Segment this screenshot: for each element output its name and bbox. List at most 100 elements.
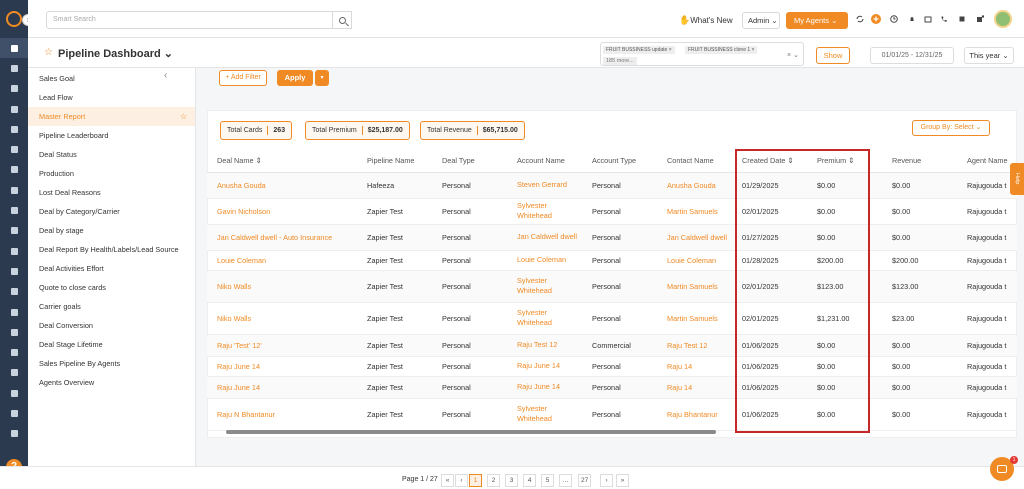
column-header[interactable]: Pipeline Name bbox=[357, 150, 432, 173]
workflow-icon[interactable] bbox=[0, 261, 28, 281]
pipeline-filter-chips[interactable]: FRUIT BUSSINESS update × FRUIT BUSSINESS… bbox=[600, 42, 804, 66]
table-cell[interactable]: Louie Coleman bbox=[657, 250, 732, 271]
sidebar-item[interactable]: Master Report ☆ bbox=[28, 107, 195, 126]
marketing-icon[interactable] bbox=[0, 342, 28, 362]
sidebar-item[interactable]: Pipeline Leaderboard bbox=[28, 126, 195, 145]
table-cell[interactable]: Sylvester Whitehead bbox=[507, 302, 582, 335]
column-header[interactable]: Deal Type bbox=[432, 150, 507, 173]
sidebar-item[interactable]: Deal Activities Effort bbox=[28, 259, 195, 278]
table-cell[interactable]: Raju Test 12 bbox=[657, 334, 732, 357]
table-cell[interactable]: Niko Walls bbox=[207, 302, 357, 335]
page-button[interactable]: 27 bbox=[578, 474, 592, 487]
clear-chips-icon[interactable]: × ⌄ bbox=[787, 51, 799, 59]
add-filter-button[interactable]: + Add Filter bbox=[219, 70, 267, 86]
page-button[interactable]: 3 bbox=[505, 474, 518, 487]
table-row[interactable]: Gavin Nicholson Zapier Test Personal Sylves… bbox=[207, 198, 1017, 225]
page-button[interactable]: « bbox=[441, 474, 454, 487]
sidebar-item[interactable]: Deal Status bbox=[28, 145, 195, 164]
filter-chip[interactable]: FRUIT BUSSINESS clone 1 × bbox=[685, 46, 758, 54]
search-input[interactable]: Smart Search bbox=[46, 11, 352, 29]
table-row[interactable]: Louie Coleman Zapier Test Personal Louie Co… bbox=[207, 250, 1017, 271]
table-row[interactable]: Raju N Bhantanur Zapier Test Personal Sylve… bbox=[207, 398, 1017, 431]
insights-icon[interactable] bbox=[0, 221, 28, 241]
date-range-field[interactable]: 01/01/25 - 12/31/25 bbox=[870, 47, 954, 64]
sidebar-item[interactable]: Sales Pipeline By Agents bbox=[28, 354, 195, 373]
chevron-left-icon[interactable]: ‹ bbox=[164, 70, 167, 81]
analytics-icon[interactable] bbox=[0, 383, 28, 403]
table-cell[interactable]: Raju 'Test' 12' bbox=[207, 334, 357, 357]
filter-chip[interactable]: FRUIT BUSSINESS update × bbox=[603, 46, 675, 54]
add-icon[interactable] bbox=[871, 14, 881, 24]
page-button[interactable]: 1 bbox=[469, 474, 482, 487]
table-cell[interactable]: Anusha Gouda bbox=[657, 172, 732, 199]
my-agents-button[interactable]: My Agents ⌄ bbox=[786, 12, 848, 29]
table-cell[interactable]: Jan Caldwell dwell - Auto Insurance bbox=[207, 224, 357, 251]
calendar-icon[interactable] bbox=[924, 15, 932, 23]
sidebar-item[interactable]: Lost Deal Reasons bbox=[28, 183, 195, 202]
column-header[interactable]: Account Type bbox=[582, 150, 657, 173]
table-cell[interactable]: Raju June 14 bbox=[207, 376, 357, 399]
sidebar-item[interactable]: Deal Report By Health/Labels/Lead Source bbox=[28, 240, 195, 259]
table-cell[interactable]: Raju N Bhantanur bbox=[207, 398, 357, 431]
page-button[interactable]: › bbox=[600, 474, 613, 487]
automation-icon[interactable] bbox=[0, 363, 28, 383]
page-button[interactable]: 4 bbox=[523, 474, 536, 487]
clock-icon[interactable] bbox=[890, 15, 898, 23]
table-cell[interactable]: Gavin Nicholson bbox=[207, 198, 357, 225]
table-cell[interactable]: Martin Samuels bbox=[657, 302, 732, 335]
dashboard-icon[interactable] bbox=[0, 38, 28, 59]
avatar[interactable] bbox=[994, 10, 1012, 28]
bell-icon[interactable] bbox=[908, 15, 916, 23]
calendar-icon[interactable] bbox=[0, 302, 28, 322]
table-row[interactable]: Niko Walls Zapier Test Personal Sylvester W… bbox=[207, 270, 1017, 303]
page-button[interactable]: » bbox=[616, 474, 629, 487]
table-cell[interactable]: Louie Coleman bbox=[207, 250, 357, 271]
table-cell[interactable]: Martin Samuels bbox=[657, 270, 732, 303]
table-row[interactable]: Niko Walls Zapier Test Personal Sylvester W… bbox=[207, 302, 1017, 335]
gear-icon[interactable] bbox=[0, 424, 28, 444]
sidebar-item[interactable]: Agents Overview bbox=[28, 373, 195, 392]
page-button[interactable]: ‹ bbox=[455, 474, 468, 487]
show-button[interactable]: Show bbox=[816, 47, 850, 64]
favorite-star-icon[interactable]: ☆ bbox=[180, 107, 187, 126]
table-cell[interactable]: Martin Samuels bbox=[657, 198, 732, 225]
page-button[interactable]: ... bbox=[559, 474, 572, 487]
settings-cog-icon[interactable] bbox=[0, 403, 28, 423]
sidebar-item[interactable]: Lead Flow bbox=[28, 88, 195, 107]
email-icon[interactable] bbox=[0, 322, 28, 342]
column-header[interactable]: Deal Name ⇕ bbox=[207, 150, 357, 173]
table-cell[interactable]: Anusha Gouda bbox=[207, 172, 357, 199]
column-header[interactable]: Contact Name bbox=[657, 150, 732, 173]
contacts-icon[interactable] bbox=[0, 58, 28, 78]
table-row[interactable]: Jan Caldwell dwell - Auto Insurance Zapie… bbox=[207, 224, 1017, 251]
reports-icon[interactable] bbox=[0, 139, 28, 159]
table-cell[interactable]: Jan Caldwell dwell bbox=[657, 224, 732, 251]
table-cell[interactable]: Raju June 14 bbox=[507, 356, 582, 377]
sidebar-item[interactable]: Deal Stage Lifetime bbox=[28, 335, 195, 354]
horizontal-scrollbar[interactable] bbox=[226, 430, 716, 434]
help-tab[interactable]: Help bbox=[1010, 163, 1024, 195]
refresh-icon[interactable] bbox=[856, 15, 864, 23]
table-cell[interactable]: Raju June 14 bbox=[207, 356, 357, 377]
table-cell[interactable]: Sylvester Whitehead bbox=[507, 398, 582, 431]
table-cell[interactable]: Niko Walls bbox=[207, 270, 357, 303]
deals-icon[interactable] bbox=[0, 79, 28, 99]
group-by-dropdown[interactable]: Group By: Select ⌄ bbox=[912, 120, 990, 136]
favorite-star-icon[interactable]: ☆ bbox=[44, 47, 53, 58]
page-button[interactable]: 5 bbox=[541, 474, 554, 487]
sidebar-item[interactable]: Sales Goal bbox=[28, 69, 195, 88]
documents-icon[interactable] bbox=[0, 282, 28, 302]
folder-icon[interactable] bbox=[0, 241, 28, 261]
table-row[interactable]: Raju June 14 Zapier Test Personal Raju June… bbox=[207, 356, 1017, 377]
table-row[interactable]: Anusha Gouda Hafeeza Personal Steven Gerrar… bbox=[207, 172, 1017, 199]
column-header[interactable]: Revenue bbox=[882, 150, 957, 173]
sidebar-item[interactable]: Quote to close cards bbox=[28, 278, 195, 297]
sidebar-item[interactable]: Carrier goals bbox=[28, 297, 195, 316]
table-cell[interactable]: Raju Test 12 bbox=[507, 334, 582, 357]
table-cell[interactable]: Raju 14 bbox=[657, 376, 732, 399]
table-row[interactable]: Raju June 14 Zapier Test Personal Raju June… bbox=[207, 376, 1017, 399]
period-dropdown[interactable]: This year ⌄ bbox=[964, 47, 1014, 64]
admin-dropdown[interactable]: Admin ⌄ bbox=[742, 12, 780, 29]
page-button[interactable]: 2 bbox=[487, 474, 500, 487]
table-cell[interactable]: Raju June 14 bbox=[507, 376, 582, 399]
